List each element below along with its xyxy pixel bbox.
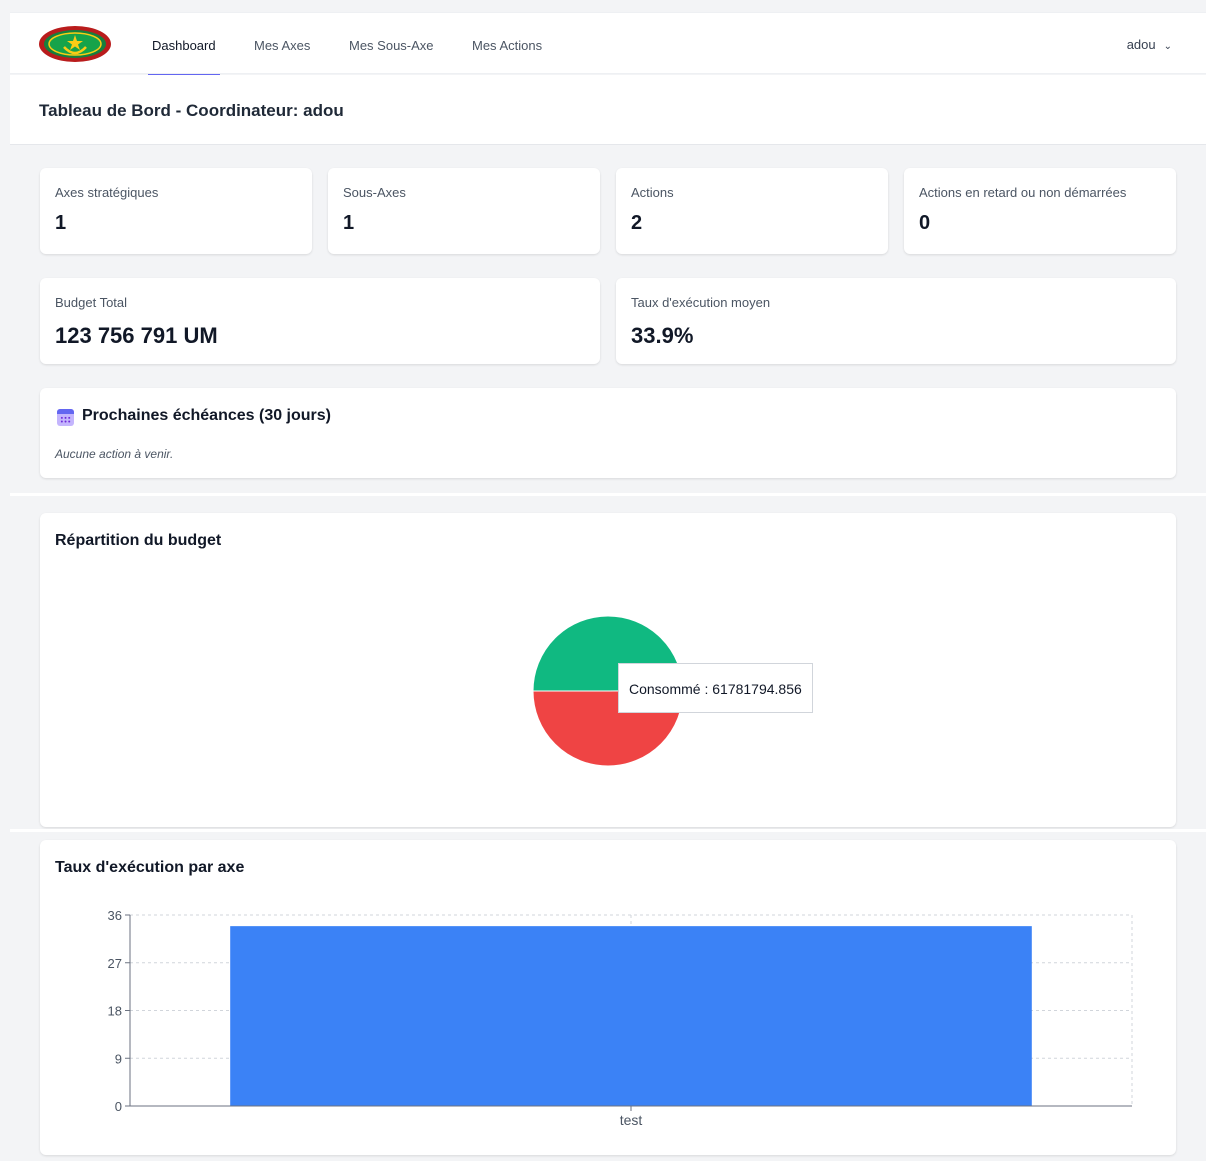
y-tick-label: 27 [108,956,122,971]
stat-label: Actions en retard ou non démarrées [919,185,1127,200]
page-header: Tableau de Bord - Coordinateur: adou [10,75,1206,145]
stat-label: Taux d'exécution moyen [631,295,771,310]
stat-card-late-actions: Actions en retard ou non démarrées 0 [904,168,1176,254]
stat-card-axes: Axes stratégiques 1 [40,168,312,254]
top-navbar: Dashboard Mes Axes Mes Sous-Axe Mes Acti… [10,12,1206,76]
y-tick-label: 18 [108,1004,122,1019]
nav-mes-actions[interactable]: Mes Actions [472,38,542,53]
budget-total-card: Budget Total 123 756 791 UM [40,278,600,364]
divider [10,493,1206,496]
budget-pie-card: Répartition du budget Consommé : 6178179… [40,513,1176,827]
calendar-icon [57,409,74,426]
stat-label: Axes stratégiques [55,185,159,200]
bar-test[interactable] [230,926,1032,1106]
nav-mes-axes[interactable]: Mes Axes [254,38,310,53]
stat-label: Actions [631,185,674,200]
deadlines-empty-text: Aucune action à venir. [55,447,174,461]
x-tick-label: test [620,1112,643,1128]
budget-value: 123 756 791 UM [55,323,218,348]
stat-value: 0 [919,212,931,234]
y-tick-label: 36 [108,908,122,923]
nav-dashboard[interactable]: Dashboard [152,38,216,53]
execution-bar-card: Taux d'exécution par axe 0 9 18 27 36 test [40,840,1176,1155]
stat-label: Sous-Axes [343,185,406,200]
execution-rate-card: Taux d'exécution moyen 33.9% [616,278,1176,364]
stat-card-sous-axes: Sous-Axes 1 [328,168,600,254]
y-tick-label: 9 [115,1051,122,1066]
stat-value: 1 [55,212,67,234]
user-name: adou [1126,37,1156,52]
user-menu[interactable]: adou ⌄ [1127,37,1172,52]
nav-mes-sous-axe[interactable]: Mes Sous-Axe [349,38,434,53]
page-title: Tableau de Bord - Coordinateur: adou [39,101,344,120]
stat-value: 1 [343,212,355,234]
emblem-logo-icon[interactable] [38,25,112,63]
stat-label: Budget Total [55,295,128,310]
divider [10,829,1206,832]
pie-tooltip: Consommé : 61781794.856 [618,663,813,713]
chevron-down-icon: ⌄ [1163,41,1172,52]
stat-value: 2 [631,212,643,234]
budget-pie-chart [532,615,684,767]
deadlines-card: Prochaines échéances (30 jours) Aucune a… [40,388,1176,478]
execution-bar-chart: 0 9 18 27 36 test [108,908,1133,1128]
deadlines-title: Prochaines échéances (30 jours) [82,407,331,424]
y-tick-label: 0 [115,1099,122,1114]
stat-card-actions: Actions 2 [616,168,888,254]
execution-value: 33.9% [631,323,694,348]
